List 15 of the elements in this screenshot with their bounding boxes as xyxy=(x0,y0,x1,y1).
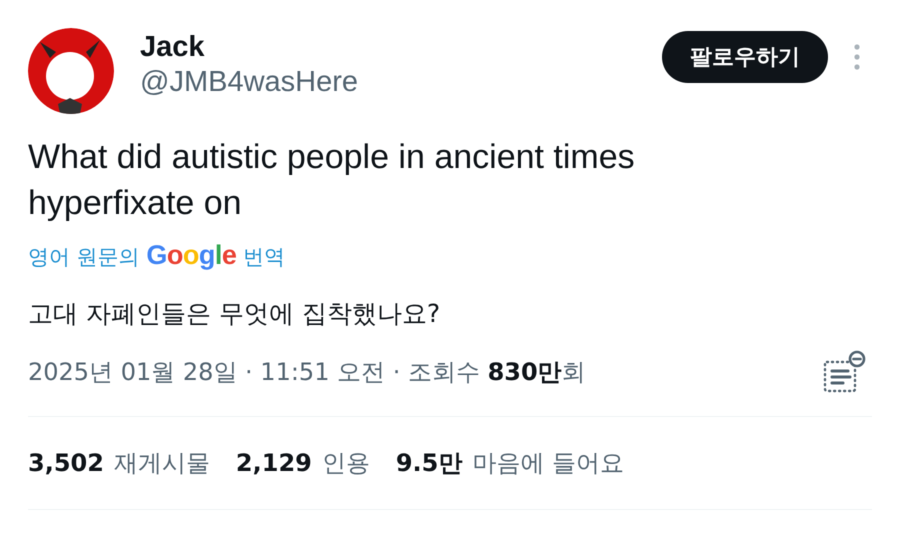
author-handle[interactable]: @JMB4wasHere xyxy=(140,66,662,99)
translation-link[interactable]: 영어 원문의 Google 번역 xyxy=(28,240,286,271)
tweet-text: What did autistic people in ancient times hyperfixate on xyxy=(28,137,636,224)
stat-count: 3,502 xyxy=(28,449,104,477)
translated-text: 고대 자폐인들은 무엇에 집착했나요? xyxy=(28,298,442,330)
timestamp-views: 2025년 01월 28일 · 11:51 오전 · 조회수 830만회 xyxy=(28,357,586,388)
stat-count: 9.5만 xyxy=(396,448,462,479)
author-name[interactable]: Jack xyxy=(140,31,662,64)
stat-label[interactable]: 재게시물 xyxy=(114,447,210,479)
document-icon[interactable] xyxy=(822,350,866,394)
stat-label[interactable]: 인용 xyxy=(322,447,370,479)
follow-button[interactable]: 팔로우하기 xyxy=(662,31,828,83)
stat-count: 2,129 xyxy=(236,449,312,477)
avatar[interactable] xyxy=(28,28,114,114)
stat-label[interactable]: 마음에 들어요 xyxy=(472,447,624,479)
